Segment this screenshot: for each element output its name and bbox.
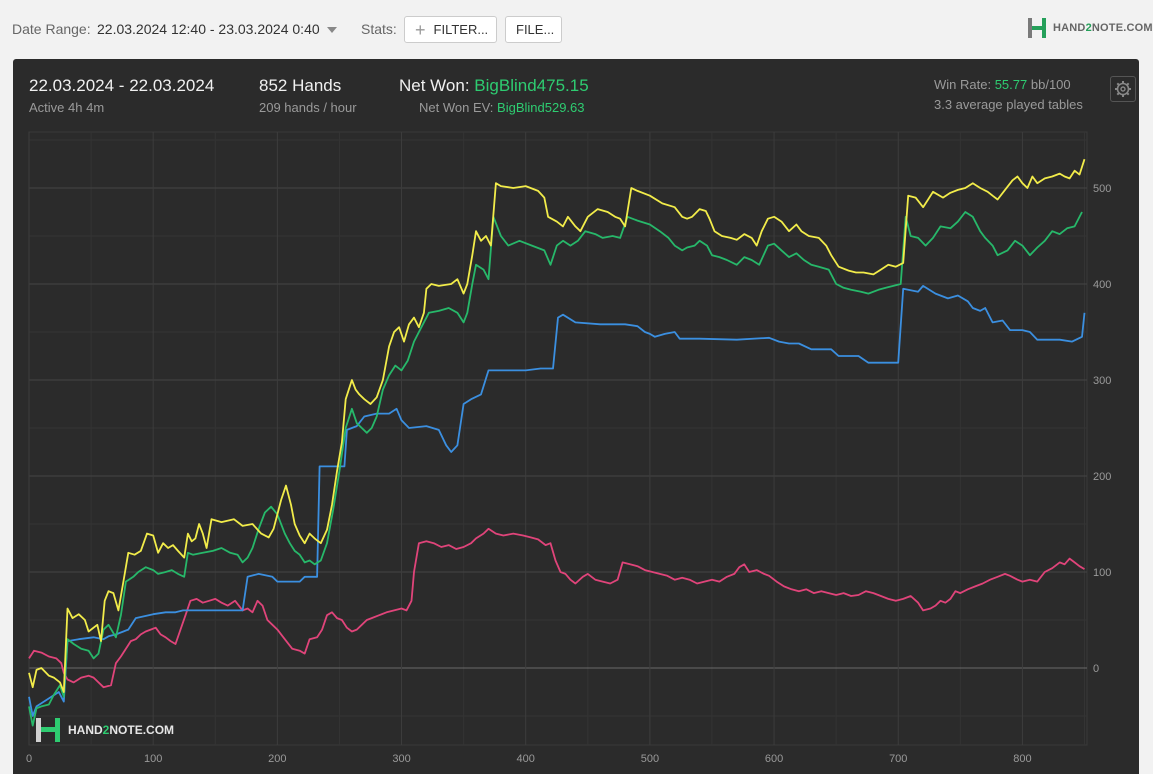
x-tick-label: 700 [889, 753, 907, 765]
watermark-text: HAND2NOTE.COM [68, 723, 175, 737]
x-tick-label: 200 [268, 753, 286, 765]
series-line-blue [28, 285, 1086, 717]
profit-chart: 0 100 200 300 400 500 600 700 800 0 100 200 300 400 5… [26, 131, 1111, 765]
y-tick-label: 500 [1093, 183, 1111, 195]
series-line-green [28, 211, 1083, 727]
y-axis-ticks: 0 100 200 300 400 500 [1093, 183, 1111, 675]
chart-series [28, 158, 1086, 727]
y-tick-label: 0 [1093, 663, 1099, 675]
x-tick-label: 800 [1013, 753, 1031, 765]
plot-area [28, 131, 1088, 746]
y-tick-label: 100 [1093, 567, 1111, 579]
x-tick-label: 0 [26, 753, 32, 765]
chart-grid [28, 131, 1088, 746]
x-tick-label: 100 [144, 753, 162, 765]
y-tick-label: 300 [1093, 375, 1111, 387]
hand2note-watermark-icon [36, 718, 60, 742]
x-tick-label: 600 [765, 753, 783, 765]
x-axis-ticks: 0 100 200 300 400 500 600 700 800 [26, 753, 1032, 765]
x-tick-label: 400 [517, 753, 535, 765]
y-tick-label: 200 [1093, 471, 1111, 483]
x-tick-label: 300 [392, 753, 410, 765]
hand2note-watermark: HAND2NOTE.COM [34, 716, 174, 744]
y-tick-label: 400 [1093, 279, 1111, 291]
x-tick-label: 500 [641, 753, 659, 765]
